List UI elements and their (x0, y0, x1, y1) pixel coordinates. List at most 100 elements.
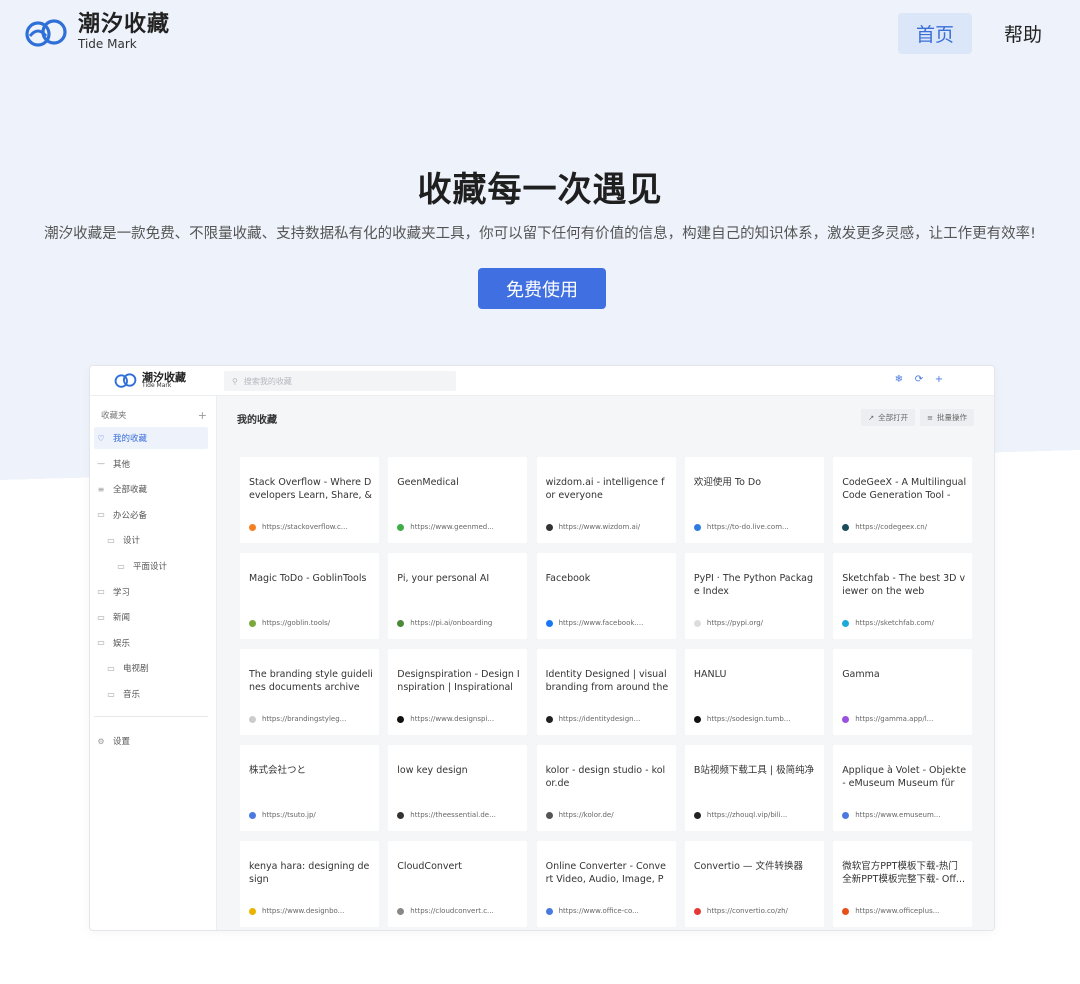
bookmark-url[interactable]: https://www.office-co... (545, 907, 670, 915)
favicon-icon (693, 811, 701, 819)
bookmark-url-text: https://www.designbo... (262, 907, 345, 915)
bookmark-card[interactable]: kenya hara: designing design https://www.… (240, 841, 379, 927)
bookmark-card[interactable]: wizdom.ai - intelligence for everyone htt… (536, 457, 676, 543)
bookmark-card[interactable]: Online Converter - Convert Video, Audio,… (536, 841, 676, 927)
sidebar-item-label: 办公必备 (113, 510, 148, 521)
list-icon: ≡ (97, 484, 105, 494)
sidebar-item[interactable]: ▭ 电视剧 (94, 657, 208, 679)
bookmark-card[interactable]: Identity Designed | visual branding from… (536, 649, 676, 735)
add-folder-button[interactable]: + (198, 409, 207, 422)
folder-icon: ▭ (97, 638, 105, 648)
open-all-button[interactable]: ↗ 全部打开 (861, 409, 916, 426)
bookmark-url[interactable]: https://www.wizdom.ai/ (545, 523, 670, 531)
brand-logo[interactable]: 潮汐收藏 Tide Mark (24, 14, 170, 50)
bookmark-url[interactable]: https://theessential.de... (397, 811, 521, 819)
bookmark-url-text: https://stackoverflow.c... (262, 523, 348, 531)
bookmark-card[interactable]: Convertio — 文件转换器 https://convertio.co/zh… (684, 841, 824, 927)
free-use-button[interactable]: 免费使用 (478, 268, 606, 309)
bookmark-url-text: https://zhouql.vip/bili... (706, 811, 788, 819)
batch-label: 批量操作 (937, 413, 967, 422)
bookmark-url[interactable]: https://convertio.co/zh/ (693, 907, 818, 915)
bookmark-card[interactable]: Stack Overflow - Where Developers Learn,… (240, 457, 379, 543)
bookmark-title: CloudConvert (397, 861, 462, 872)
sidebar-item[interactable]: ▭ 办公必备 (94, 504, 208, 526)
bookmark-url[interactable]: https://cloudconvert.c... (397, 907, 521, 915)
bookmark-card[interactable]: Designspiration - Design Inspiration | I… (388, 649, 528, 735)
bookmark-card[interactable]: The branding style guidelines documents … (240, 649, 379, 735)
batch-action-button[interactable]: ≡ 批量操作 (920, 409, 974, 426)
bookmark-url[interactable]: https://gamma.app/l... (842, 715, 966, 723)
bookmark-card[interactable]: CodeGeeX - A Multilingual Code Generatio… (833, 457, 973, 543)
bookmark-card[interactable]: 欢迎使用 To Do https://to-do.live.com... (684, 457, 824, 543)
bookmark-card[interactable]: Applique à Volet - Objekte - eMuseum Mus… (833, 745, 973, 831)
bookmark-url[interactable]: https://www.geenmed... (397, 523, 521, 531)
nav-help-button[interactable]: 帮助 (988, 13, 1058, 54)
bookmark-card[interactable]: low key design https://theessential.de... (388, 745, 528, 831)
preview-toolbar: ❄ ⟳ + (894, 374, 944, 385)
bookmark-card[interactable]: Sketchfab - The best 3D viewer on the we… (833, 553, 973, 639)
bookmark-url[interactable]: https://kolor.de/ (545, 811, 670, 819)
snowflake-icon[interactable]: ❄ (894, 374, 904, 385)
bookmark-title: Sketchfab - The best 3D viewer on the we… (842, 573, 966, 597)
bookmark-url[interactable]: https://sketchfab.com/ (842, 619, 966, 627)
favicon-icon (842, 715, 850, 723)
sidebar-item[interactable]: ▭ 平面设计 (94, 555, 208, 577)
bookmark-url[interactable]: https://brandingstyleg... (249, 715, 373, 723)
bookmark-card[interactable]: 微软官方PPT模板下载-热门全新PPT模板完整下载- Off... https:/… (833, 841, 973, 927)
favicon-icon (397, 715, 405, 723)
bookmark-url[interactable]: https://identitydesign... (545, 715, 670, 723)
sidebar-item-settings[interactable]: ⚙ 设置 (94, 730, 208, 752)
bookmark-card[interactable]: kolor - design studio - kolor.de https://… (536, 745, 676, 831)
bookmark-url-text: https://codegeex.cn/ (855, 523, 928, 531)
sidebar-item[interactable]: ≡ 全部收藏 (94, 478, 208, 500)
bookmark-url[interactable]: https://pypi.org/ (693, 619, 818, 627)
refresh-icon[interactable]: ⟳ (914, 374, 924, 385)
bookmark-card[interactable]: GeenMedical https://www.geenmed... (388, 457, 528, 543)
bookmark-url[interactable]: https://www.officeplus... (842, 907, 966, 915)
bookmark-title: Convertio — 文件转换器 (693, 861, 803, 872)
bookmark-card[interactable]: 株式会社つと https://tsuto.jp/ (240, 745, 379, 831)
bookmark-url[interactable]: https://stackoverflow.c... (249, 523, 373, 531)
bookmark-card[interactable]: CloudConvert https://cloudconvert.c... (388, 841, 528, 927)
sidebar-item[interactable]: ♡ 我的收藏 (94, 427, 208, 449)
bookmark-card[interactable]: Facebook https://www.facebook.... (536, 553, 676, 639)
favicon-icon (249, 523, 256, 531)
favicon-icon (397, 523, 405, 531)
bookmark-url[interactable]: https://to-do.live.com... (693, 523, 818, 531)
bookmark-url-text: https://www.office-co... (558, 907, 639, 915)
bookmark-url[interactable]: https://sodesign.tumb... (693, 715, 818, 723)
sidebar-item-label: 其他 (113, 459, 131, 470)
sidebar-item[interactable]: ▭ 音乐 (94, 683, 208, 705)
bookmark-url[interactable]: https://www.designspi... (397, 715, 521, 723)
bookmark-card[interactable]: Magic ToDo - GoblinTools https://goblin.t… (240, 553, 379, 639)
sidebar-item-label: 我的收藏 (113, 434, 148, 444)
bookmark-card[interactable]: PyPI · The Python Package Index https://p… (684, 553, 824, 639)
nav-home-button[interactable]: 首页 (898, 13, 972, 54)
preview-search-input[interactable]: ⚲ 搜索我的收藏 (224, 371, 456, 391)
bookmark-url[interactable]: https://codegeex.cn/ (842, 523, 966, 531)
bookmark-card[interactable]: B站视频下载工具 | 极简纯净 https://zhouql.vip/bili..… (684, 745, 824, 831)
plus-icon[interactable]: + (934, 374, 944, 385)
bookmark-url[interactable]: https://pi.ai/onboarding (397, 619, 521, 627)
bookmark-url[interactable]: https://www.designbo... (249, 907, 373, 915)
sidebar-item[interactable]: — 其他 (94, 453, 208, 475)
bookmark-card[interactable]: Gamma https://gamma.app/l... (833, 649, 973, 735)
bookmark-url[interactable]: https://www.emuseum... (842, 811, 966, 819)
bookmark-url[interactable]: https://goblin.tools/ (249, 619, 373, 627)
favicon-icon (545, 811, 553, 819)
preview-brand[interactable]: 潮汐收藏 Tide Mark (114, 371, 186, 389)
sidebar-item[interactable]: ▭ 娱乐 (94, 632, 208, 654)
bookmark-title: kenya hara: designing design (249, 861, 370, 885)
sidebar-item[interactable]: ▭ 设计 (94, 529, 208, 551)
open-all-label: 全部打开 (878, 413, 909, 422)
bookmark-url[interactable]: https://www.facebook.... (545, 619, 670, 627)
sidebar-item-label: 平面设计 (133, 562, 168, 572)
brand-subtitle: Tide Mark (78, 37, 137, 51)
gear-icon: ⚙ (97, 736, 105, 746)
bookmark-card[interactable]: Pi, your personal AI https://pi.ai/onboar… (388, 553, 528, 639)
sidebar-item[interactable]: ▭ 新闻 (94, 606, 208, 628)
bookmark-url[interactable]: https://zhouql.vip/bili... (693, 811, 818, 819)
bookmark-url[interactable]: https://tsuto.jp/ (249, 811, 373, 819)
bookmark-card[interactable]: HANLU https://sodesign.tumb... (684, 649, 824, 735)
sidebar-item[interactable]: ▭ 学习 (94, 581, 208, 603)
